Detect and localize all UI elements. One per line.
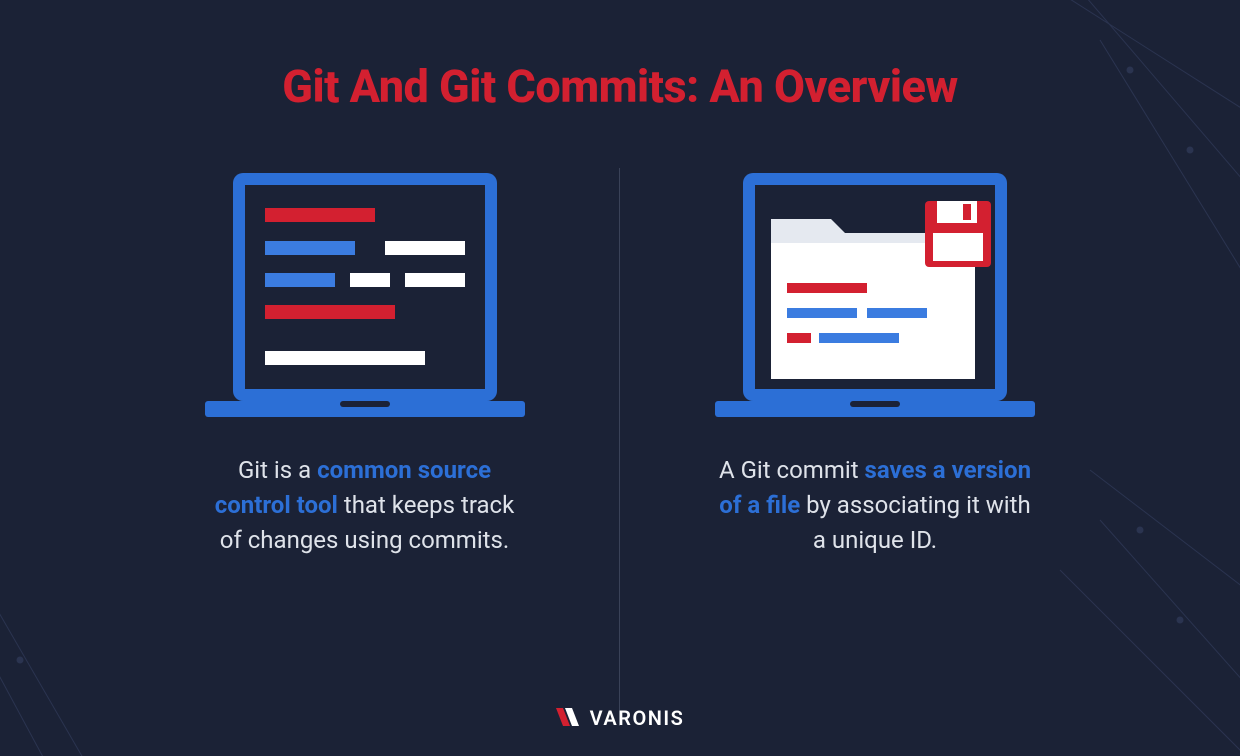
laptop-code-icon: [205, 173, 525, 423]
laptop-code-illustration: [205, 168, 525, 428]
brand-name: VARONIS: [590, 706, 685, 730]
column-commit: A Git commit saves a version of a file b…: [620, 168, 1080, 726]
brand-logo: VARONIS: [0, 706, 1240, 730]
description-git: Git is a common source control tool that…: [205, 453, 525, 557]
column-git: Git is a common source control tool that…: [160, 168, 620, 726]
desc-prefix: A Git commit: [719, 456, 865, 484]
page-title: Git And Git Commits: An Overview: [282, 60, 957, 113]
laptop-file-icon: [715, 173, 1035, 423]
desc-suffix: by associating it with a unique ID.: [800, 491, 1031, 554]
desc-prefix: Git is a: [238, 456, 317, 484]
varonis-mark-icon: [556, 708, 584, 728]
laptop-file-illustration: [715, 168, 1035, 428]
description-commit: A Git commit saves a version of a file b…: [715, 453, 1035, 557]
columns: Git is a common source control tool that…: [80, 168, 1160, 726]
